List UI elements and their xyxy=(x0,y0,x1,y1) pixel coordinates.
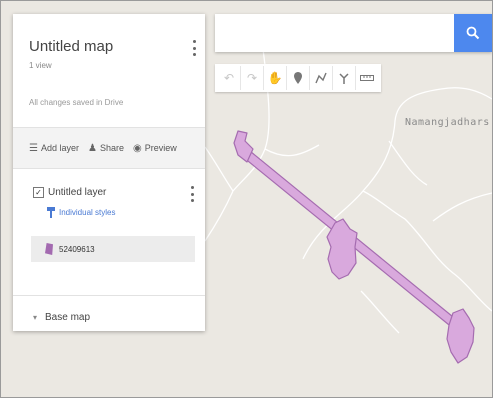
share-person-icon: ♟ xyxy=(88,142,97,154)
individual-styles-label: Individual styles xyxy=(59,208,116,217)
panel-actions: ☰ Add layer ♟ Share ◉ Preview xyxy=(13,128,205,169)
draw-line-shape xyxy=(315,72,327,84)
hand-icon[interactable]: ✋ xyxy=(264,66,287,90)
paint-roller-icon xyxy=(47,207,55,218)
map-view-count: 1 view xyxy=(29,61,52,70)
panel-header: Untitled map 1 view All changes saved in… xyxy=(13,14,205,128)
layer-options-menu-icon[interactable] xyxy=(187,185,197,203)
base-map-row[interactable]: ▾ Base map xyxy=(33,296,205,339)
layer-name[interactable]: Untitled layer xyxy=(48,187,106,198)
drawn-feature-polygon[interactable] xyxy=(233,130,475,364)
marker-icon[interactable] xyxy=(287,66,310,90)
save-status: All changes saved in Drive xyxy=(29,98,124,107)
share-button[interactable]: ♟ Share xyxy=(88,143,124,154)
map-options-menu-icon[interactable] xyxy=(189,39,199,57)
map-title[interactable]: Untitled map xyxy=(29,38,113,55)
marker-shape xyxy=(294,72,302,84)
search-button[interactable] xyxy=(454,14,492,52)
share-label: Share xyxy=(99,143,124,153)
feature-name: 52409613 xyxy=(59,244,95,254)
preview-eye-icon: ◉ xyxy=(133,142,142,154)
feature-patch-center[interactable] xyxy=(326,218,358,280)
map-window: Namangjadhars ↶ ↷ ✋ Untitled map 1 view … xyxy=(0,0,493,398)
undo-icon[interactable]: ↶ xyxy=(218,66,241,90)
feature-patch-south[interactable] xyxy=(446,308,475,364)
layer-row[interactable]: ✓ Untitled layer xyxy=(33,183,205,201)
directions-shape xyxy=(339,73,349,84)
preview-button[interactable]: ◉ Preview xyxy=(133,143,177,154)
individual-styles-link[interactable]: Individual styles xyxy=(47,207,205,218)
feature-list-item[interactable]: 52409613 xyxy=(31,236,195,262)
map-toolbar: ↶ ↷ ✋ xyxy=(215,64,381,92)
search-bar xyxy=(215,14,492,52)
base-map-label: Base map xyxy=(45,312,91,323)
add-layer-icon: ☰ xyxy=(29,142,38,154)
preview-label: Preview xyxy=(144,143,177,153)
expand-arrow-icon[interactable]: ▾ xyxy=(33,313,37,322)
layer-section: ✓ Untitled layer Individual styles 52409… xyxy=(13,169,205,296)
map-legend-panel: Untitled map 1 view All changes saved in… xyxy=(13,14,205,331)
search-input[interactable] xyxy=(215,14,455,52)
redo-icon[interactable]: ↷ xyxy=(241,66,264,90)
ruler-icon[interactable] xyxy=(356,66,378,90)
map-place-label: Namangjadhars xyxy=(405,117,490,128)
directions-icon[interactable] xyxy=(333,66,356,90)
search-icon xyxy=(466,26,480,40)
add-layer-button[interactable]: ☰ Add layer xyxy=(29,143,79,154)
layer-visibility-checkbox[interactable]: ✓ xyxy=(33,186,44,198)
draw-line-icon[interactable] xyxy=(310,66,333,90)
polygon-swatch-icon xyxy=(45,243,53,255)
ruler-shape xyxy=(360,75,374,81)
add-layer-label: Add layer xyxy=(40,143,79,153)
